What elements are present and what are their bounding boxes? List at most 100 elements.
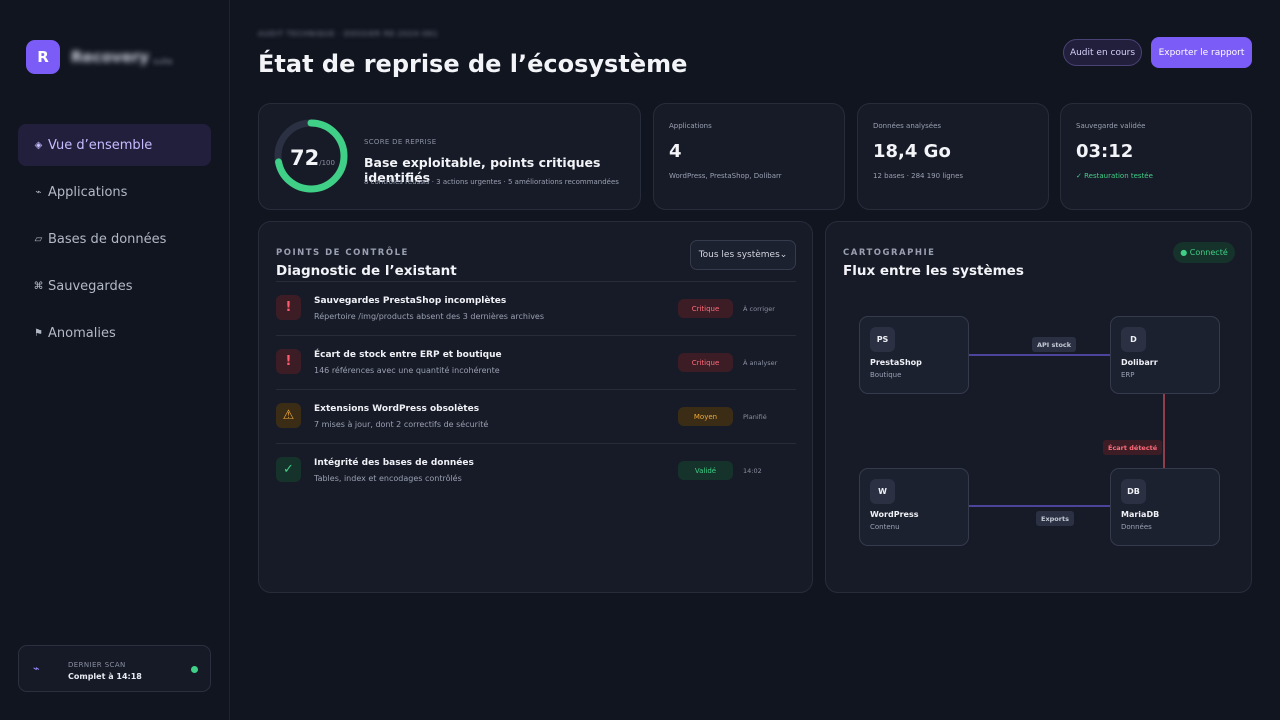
score-detail: 8 contrôles réussis · 3 actions urgentes… (364, 178, 619, 186)
sidebar-item-label: Anomalies (48, 325, 116, 341)
flag-icon: ⚑ (34, 327, 43, 339)
sidebar-item-overview[interactable]: ◈ Vue d’ensemble (18, 124, 211, 166)
connection-status-badge: ● Connecté (1173, 242, 1235, 263)
score-max: /100 (319, 159, 335, 167)
check-description: 146 références avec une quantité incohér… (314, 366, 500, 375)
last-scan-title: DERNIER SCAN (68, 661, 126, 669)
score-label: SCORE DE REPRISE (364, 138, 437, 146)
map-panel: CARTOGRAPHIE Flux entre les systèmes ● C… (825, 221, 1252, 593)
severity-badge: Validé (678, 461, 733, 480)
status-dot-icon (191, 666, 198, 673)
export-report-button[interactable]: Exporter le rapport (1151, 37, 1252, 68)
page-eyebrow: AUDIT TECHNIQUE · DOSSIER RE-2024-061 (258, 30, 439, 38)
panel-title: Diagnostic de l’existant (276, 263, 457, 279)
page-title: État de reprise de l’écosystème (258, 50, 688, 78)
pulse-icon: ⌁ (35, 186, 42, 198)
node-name: MariaDB (1121, 510, 1160, 519)
severity-badge: Critique (678, 353, 733, 372)
check-row[interactable]: ! Écart de stock entre ERP et boutique 1… (276, 336, 796, 390)
check-description: 7 mises à jour, dont 2 correctifs de séc… (314, 420, 489, 429)
node-name: WordPress (870, 510, 919, 519)
check-description: Répertoire /img/products absent des 3 de… (314, 312, 545, 321)
stat-card-backup: Sauvegarde validée 03:12 ✓ Restauration … (1060, 103, 1252, 210)
stat-value: 18,4 Go (873, 141, 951, 162)
diamond-icon: ◈ (34, 139, 43, 151)
check-state: À corriger (743, 305, 775, 313)
check-title: Extensions WordPress obsolètes (314, 404, 480, 414)
node-role: Boutique (870, 371, 902, 379)
sidebar-item-databases[interactable]: ▱ Bases de données (18, 218, 211, 260)
edge-label-gap: Écart détecté (1103, 440, 1163, 455)
stat-card-applications: Applications 4 WordPress, PrestaShop, Do… (653, 103, 845, 210)
node-role: Contenu (870, 523, 900, 531)
node-dolibarr[interactable]: D Dolibarr ERP (1110, 316, 1220, 394)
stat-label: Données analysées (873, 122, 942, 130)
command-icon: ⌘ (33, 280, 44, 292)
check-description: Tables, index et encodages contrôlés (314, 474, 462, 483)
wordpress-icon: W (870, 479, 895, 504)
dolibarr-icon: D (1121, 327, 1146, 352)
stat-label: Applications (669, 122, 712, 130)
stat-subtext: 12 bases · 284 190 lignes (873, 172, 964, 180)
check-title: Intégrité des bases de données (314, 458, 474, 468)
node-name: PrestaShop (870, 358, 922, 367)
node-wordpress[interactable]: W WordPress Contenu (859, 468, 969, 546)
panel-kicker: CARTOGRAPHIE (843, 248, 936, 258)
node-name: Dolibarr (1121, 358, 1158, 367)
brand-tag: suite (153, 56, 173, 66)
mariadb-icon: DB (1121, 479, 1146, 504)
sidebar-item-backups[interactable]: ⌘ Sauvegardes (18, 265, 211, 307)
panel-title: Flux entre les systèmes (843, 263, 1024, 279)
brand-logo: R (26, 40, 60, 74)
checks-list: ! Sauvegardes PrestaShop incomplètes Rép… (276, 281, 796, 498)
brand[interactable]: R Recovery suite (26, 40, 173, 74)
alert-icon: ! (276, 295, 301, 320)
check-row[interactable]: ⚠ Extensions WordPress obsolètes 7 mises… (276, 390, 796, 444)
sidebar-item-label: Vue d’ensemble (48, 137, 153, 153)
edge-label-exports: Exports (1036, 511, 1074, 526)
stat-value: 03:12 (1076, 141, 1134, 162)
last-scan-status: Complet à 14:18 (68, 672, 142, 681)
pulse-icon: ⌁ (33, 662, 40, 675)
check-state: Planifié (743, 413, 767, 421)
severity-badge: Critique (678, 299, 733, 318)
stat-subtext: ✓ Restauration testée (1076, 172, 1153, 180)
audit-status-button[interactable]: Audit en cours (1063, 39, 1142, 66)
sidebar-item-applications[interactable]: ⌁ Applications (18, 171, 211, 213)
score-value: 72/100 (290, 146, 335, 170)
check-row[interactable]: ✓ Intégrité des bases de données Tables,… (276, 444, 796, 498)
check-state: 14:02 (743, 467, 762, 475)
check-title: Écart de stock entre ERP et boutique (314, 350, 502, 360)
edge-label-api-stock: API stock (1032, 337, 1077, 352)
severity-badge: Moyen (678, 407, 733, 426)
checks-panel: POINTS DE CONTRÔLE Diagnostic de l’exist… (258, 221, 813, 593)
stat-label: Sauvegarde validée (1076, 122, 1146, 130)
score-card: 72/100 SCORE DE REPRISE Base exploitable… (258, 103, 641, 210)
alert-icon: ! (276, 349, 301, 374)
node-role: ERP (1121, 371, 1135, 379)
node-mariadb[interactable]: DB MariaDB Données (1110, 468, 1220, 546)
check-row[interactable]: ! Sauvegardes PrestaShop incomplètes Rép… (276, 282, 796, 336)
sidebar-nav: ◈ Vue d’ensemble ⌁ Applications ▱ Bases … (18, 124, 211, 359)
prestashop-icon: PS (870, 327, 895, 352)
stat-subtext: WordPress, PrestaShop, Dolibarr (669, 172, 782, 180)
last-scan-card[interactable]: ⌁ DERNIER SCAN Complet à 14:18 (18, 645, 211, 692)
sidebar-item-label: Sauvegardes (48, 278, 133, 294)
sidebar: R Recovery suite ◈ Vue d’ensemble ⌁ Appl… (0, 0, 230, 720)
check-title: Sauvegardes PrestaShop incomplètes (314, 296, 507, 306)
panel-kicker: POINTS DE CONTRÔLE (276, 248, 409, 258)
brand-name: Recovery (71, 48, 150, 66)
system-filter-select[interactable]: Tous les systèmes⌄ (690, 240, 796, 270)
sidebar-item-anomalies[interactable]: ⚑ Anomalies (18, 312, 211, 354)
database-icon: ▱ (34, 233, 43, 245)
warning-icon: ⚠ (276, 403, 301, 428)
score-number: 72 (290, 146, 320, 170)
stat-value: 4 (669, 141, 682, 162)
check-state: À analyser (743, 359, 778, 367)
sidebar-item-label: Applications (48, 184, 128, 200)
stat-card-data: Données analysées 18,4 Go 12 bases · 284… (857, 103, 1049, 210)
sidebar-item-label: Bases de données (48, 231, 167, 247)
check-icon: ✓ (276, 457, 301, 482)
node-prestashop[interactable]: PS PrestaShop Boutique (859, 316, 969, 394)
node-role: Données (1121, 523, 1152, 531)
